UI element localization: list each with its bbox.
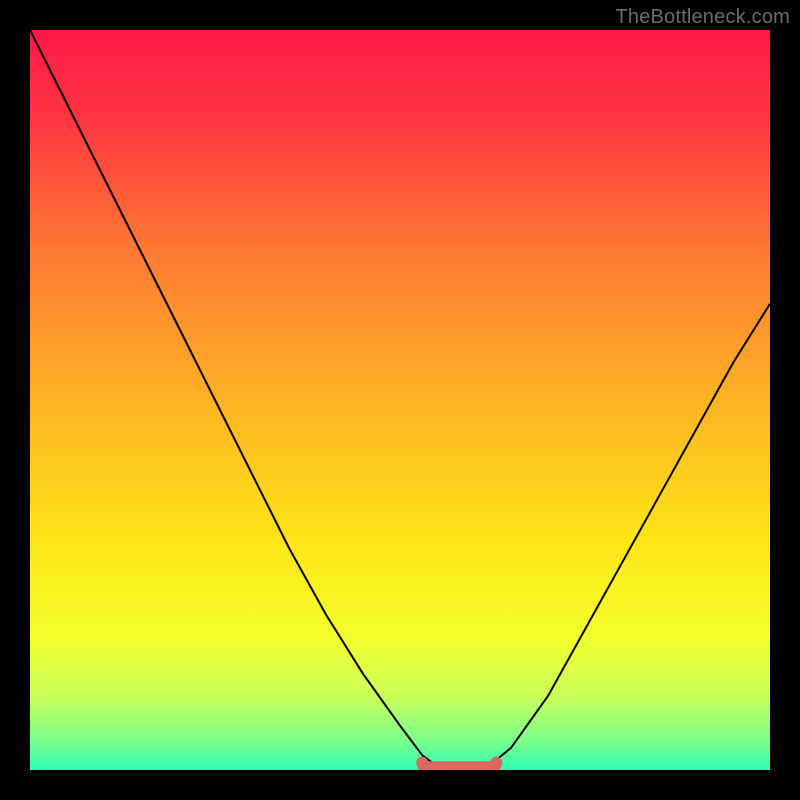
plot-area <box>30 30 770 770</box>
endpoint-marker <box>490 757 502 769</box>
curve-line <box>30 30 770 770</box>
chart-frame: TheBottleneck.com <box>0 0 800 800</box>
bottleneck-curve <box>30 30 770 770</box>
watermark-text: TheBottleneck.com <box>615 6 790 29</box>
endpoint-marker <box>416 757 428 769</box>
